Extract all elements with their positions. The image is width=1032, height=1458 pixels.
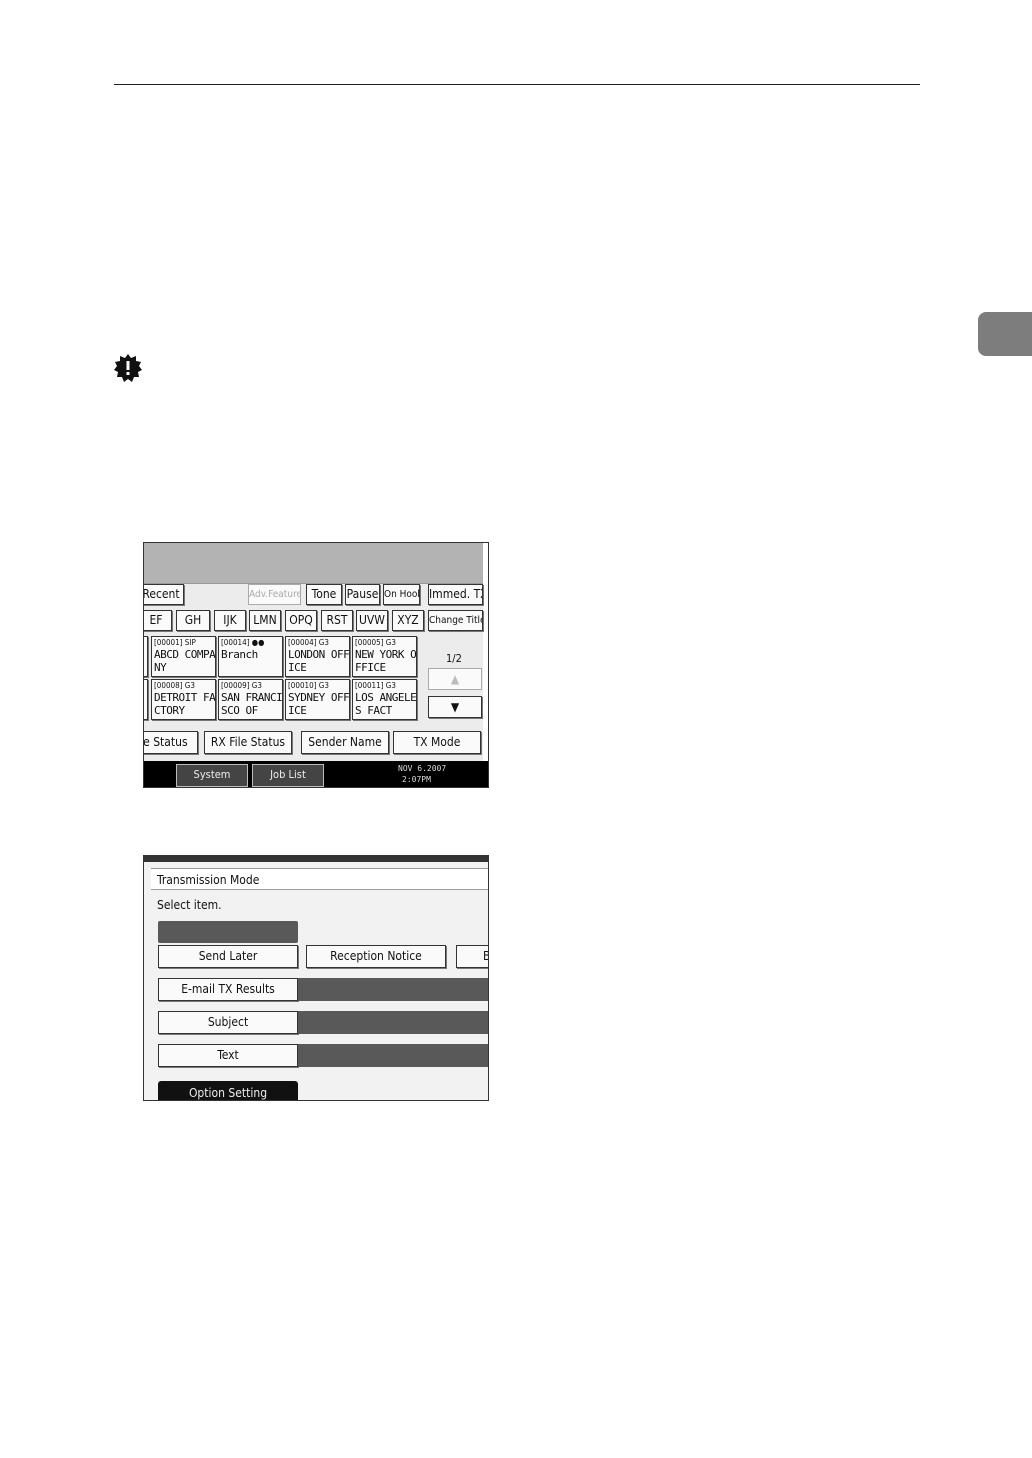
entry-name-line2: S FACT (355, 704, 392, 717)
entry-name-line2: NY (154, 661, 167, 674)
tone-button[interactable]: Tone (306, 584, 342, 605)
text-button[interactable]: Text (158, 1044, 298, 1067)
subject-button[interactable]: Subject (158, 1011, 298, 1034)
page-indicator: 1/2 (446, 652, 462, 665)
status-bar: System Status Job List NOV 6.2007 2:07PM (144, 761, 488, 787)
option-setting-header: Option Setting (158, 1081, 298, 1100)
tab-ijk[interactable]: IJK (214, 610, 246, 631)
subject-value-field (298, 1011, 488, 1034)
adv-features-button[interactable]: Adv.Features (248, 584, 301, 605)
entry-name-line2: CTORY (154, 704, 185, 717)
email-tx-value-field (298, 978, 488, 1001)
sender-name-button[interactable]: Sender Name (301, 731, 389, 754)
tab-gh[interactable]: GH (176, 610, 210, 631)
entry-name-line1: LONDON OFF (288, 648, 350, 661)
tab-uvw[interactable]: UVW (356, 610, 388, 631)
entry-name-line1: Branch (221, 648, 258, 661)
clipped-button[interactable]: B (456, 945, 488, 968)
tab-lmn[interactable]: LMN (249, 610, 281, 631)
fax-main-screen: Recent Adv.Features Tone Pause On Hook I… (143, 542, 489, 788)
date-display: NOV 6.2007 (398, 764, 447, 773)
entry-code: [00011] G3 (355, 681, 396, 690)
rx-file-status-button[interactable]: RX File Status (204, 731, 292, 754)
address-entry[interactable]: [00001] SIP ABCD COMPA NY (151, 636, 216, 677)
address-entry[interactable]: [00008] G3 DETROIT FA CTORY (151, 679, 216, 720)
header-rule (114, 84, 920, 85)
tx-mode-button[interactable]: TX Mode (393, 731, 481, 754)
important-icon (114, 354, 142, 382)
tab-ef[interactable]: EF (144, 610, 172, 631)
job-list-button[interactable]: Job List (252, 764, 324, 787)
group-icon: ●● (251, 638, 265, 647)
tab-rst[interactable]: RST (321, 610, 353, 631)
scroll-down-button[interactable]: ▼ (428, 696, 482, 718)
entry-code: [00004] G3 (288, 638, 329, 647)
entry-name-line1: NEW YORK O (355, 648, 417, 661)
section-header-box (158, 921, 298, 943)
transmission-mode-screen: Transmission Mode Select item. Send Late… (143, 855, 489, 1101)
entry-name-line2: SCO OF (221, 704, 258, 717)
address-entry[interactable]: [00004] G3 LONDON OFF ICE (285, 636, 350, 677)
entry-name-line2: ICE (288, 661, 307, 674)
send-later-button[interactable]: Send Later (158, 945, 298, 968)
immed-tx-button[interactable]: Immed. TX (428, 584, 483, 605)
entry-code: [00009] G3 (221, 681, 262, 690)
tab-opq[interactable]: OPQ (285, 610, 317, 631)
entry-code: [00005] G3 (355, 638, 396, 647)
entry-code: [00008] G3 (154, 681, 195, 690)
address-entry[interactable]: [00014] ●● Branch (218, 636, 283, 677)
time-display: 2:07PM (402, 775, 431, 784)
tx-file-status-button[interactable]: TX File Status (144, 731, 198, 754)
email-tx-results-button[interactable]: E-mail TX Results (158, 978, 298, 1001)
recent-button[interactable]: Recent (144, 584, 184, 605)
change-title-button[interactable]: Change Title (428, 610, 483, 631)
entry-name-line1: DETROIT FA (154, 691, 216, 704)
entry-name-line1: SYDNEY OFF (288, 691, 350, 704)
reception-notice-button[interactable]: Reception Notice (306, 945, 446, 968)
system-status-button[interactable]: System Status (176, 764, 248, 787)
pause-button[interactable]: Pause (345, 584, 380, 605)
entry-name-line2: ICE (288, 704, 307, 717)
entry-code: [00014] ●● (221, 638, 265, 647)
text-value-field (298, 1044, 488, 1067)
display-header (144, 543, 488, 584)
entry-name-line1: LOS ANGELE (355, 691, 417, 704)
entry-name-line1: SAN FRANCI (221, 691, 283, 704)
entry-name-line2: FFICE (355, 661, 386, 674)
tab-xyz[interactable]: XYZ (392, 610, 424, 631)
entry-code: [00010] G3 (288, 681, 329, 690)
scroll-up-button[interactable]: ▲ (428, 668, 482, 690)
on-hook-button[interactable]: On Hook (383, 584, 420, 605)
instruction-text: Select item. (157, 898, 222, 912)
address-entry[interactable]: [00011] G3 LOS ANGELE S FACT (352, 679, 417, 720)
address-entry-clipped[interactable] (144, 679, 148, 720)
address-entry[interactable]: [00005] G3 NEW YORK O FFICE (352, 636, 417, 677)
entry-code: [00001] SIP (154, 638, 196, 647)
screen-title: Transmission Mode (151, 868, 488, 890)
address-entry[interactable]: [00009] G3 SAN FRANCI SCO OF (218, 679, 283, 720)
address-entry[interactable]: [00010] G3 SYDNEY OFF ICE (285, 679, 350, 720)
chapter-tab (978, 312, 1032, 356)
entry-name-line1: ABCD COMPA (154, 648, 216, 661)
address-entry-clipped[interactable] (144, 636, 148, 677)
